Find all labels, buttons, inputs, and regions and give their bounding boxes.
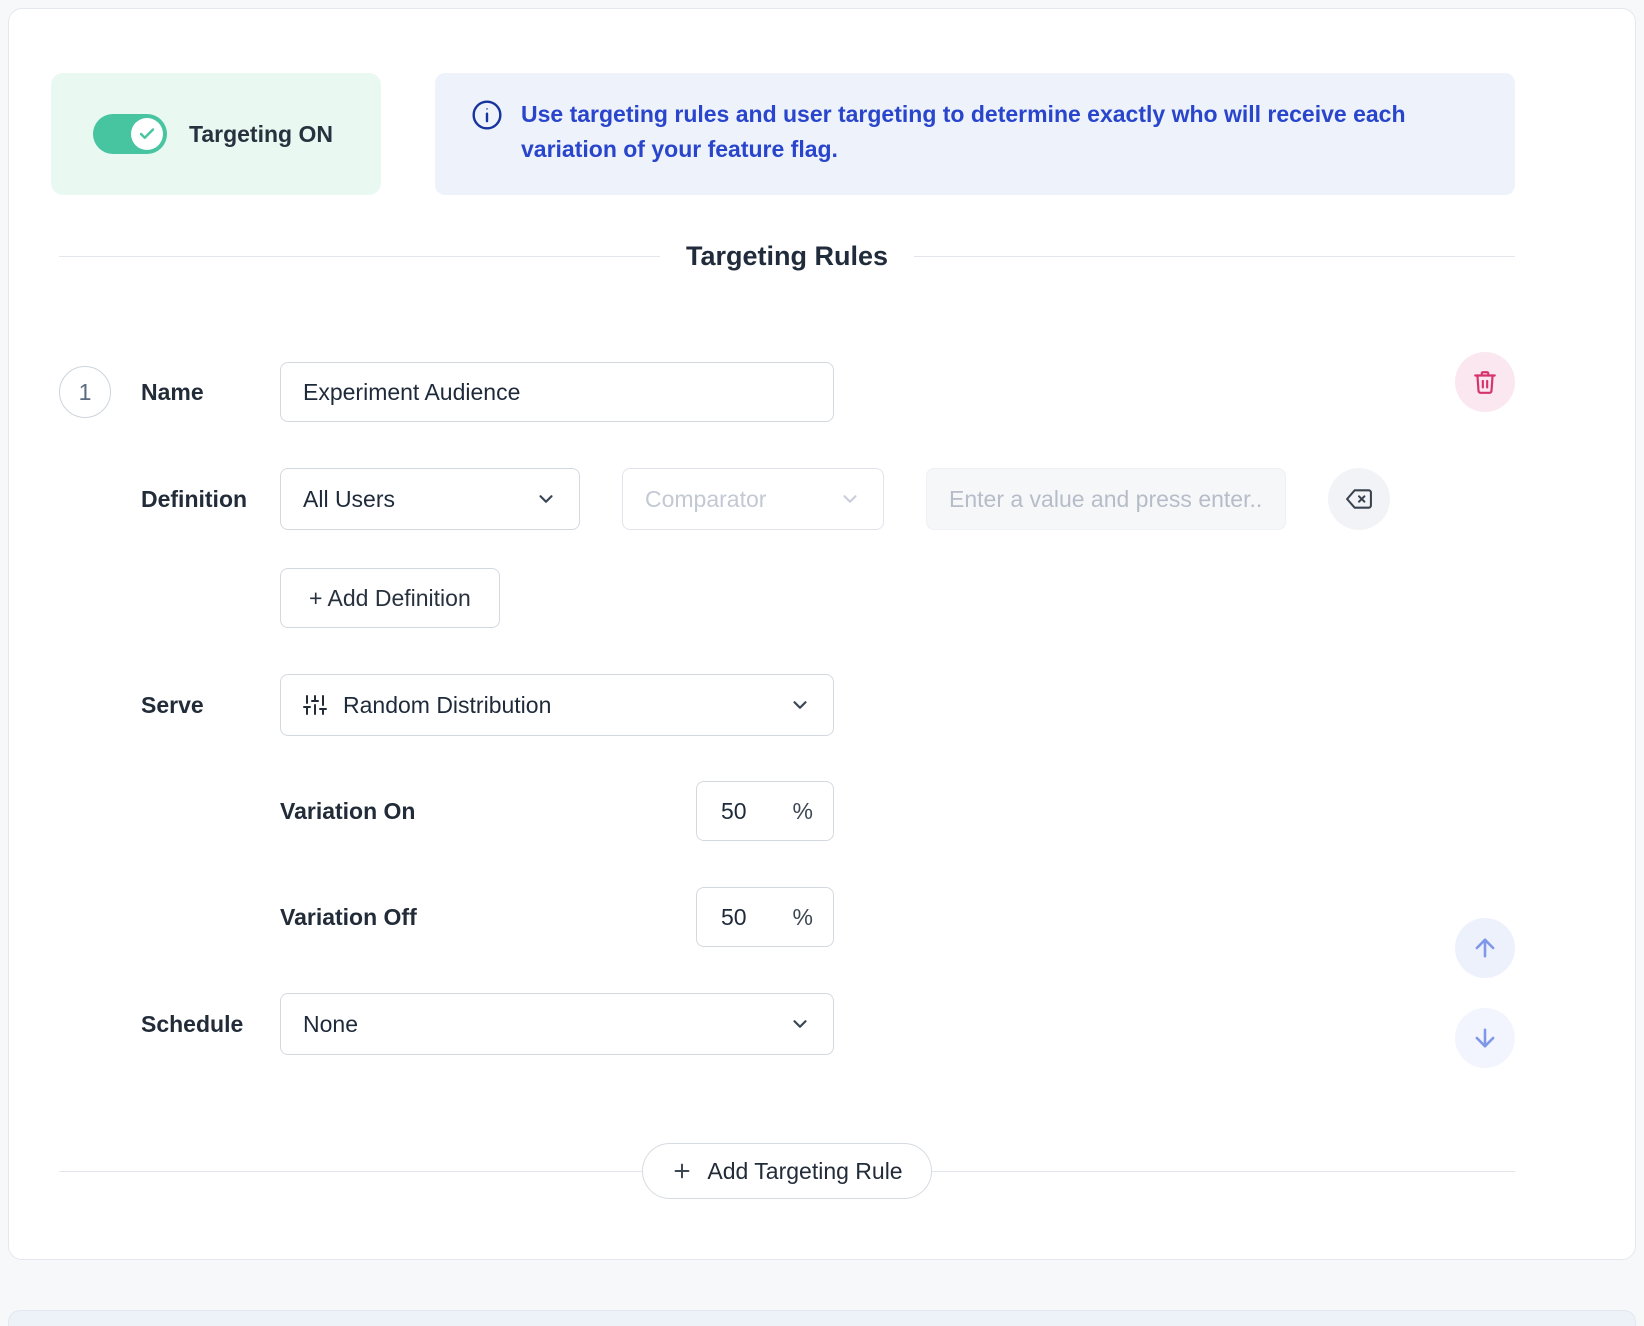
name-label: Name [141, 379, 280, 406]
footer-divider: Add Targeting Rule [59, 1143, 1515, 1199]
targeting-panel: Targeting ON Use targeting rules and use… [8, 8, 1636, 1260]
name-row: 1 Name [59, 362, 1515, 422]
plus-icon [671, 1160, 693, 1182]
move-rule-up-button[interactable] [1455, 918, 1515, 978]
schedule-row: Schedule None [59, 993, 1515, 1055]
arrow-down-icon [1471, 1024, 1499, 1052]
schedule-select[interactable]: None [280, 993, 834, 1055]
comparator-placeholder: Comparator [645, 486, 766, 513]
next-section-edge [8, 1310, 1636, 1326]
divider-line [59, 256, 660, 257]
chevron-down-icon [535, 488, 557, 510]
serve-label: Serve [141, 692, 280, 719]
audience-select[interactable]: All Users [280, 468, 580, 530]
clear-definition-button[interactable] [1328, 468, 1390, 530]
move-rule-down-button[interactable] [1455, 1008, 1515, 1068]
section-divider: Targeting Rules [59, 241, 1515, 272]
header-row: Targeting ON Use targeting rules and use… [51, 73, 1515, 195]
schedule-label: Schedule [141, 1011, 280, 1038]
comparator-select: Comparator [622, 468, 884, 530]
targeting-toggle[interactable] [93, 114, 167, 154]
variation-on-label: Variation On [280, 798, 696, 825]
chevron-down-icon [839, 488, 861, 510]
serve-row: Serve Random Distribution [59, 674, 1515, 736]
variation-on-row: Variation On % [280, 781, 1515, 841]
serve-select-value: Random Distribution [343, 692, 551, 719]
rule-number: 1 [59, 366, 111, 418]
info-banner-text: Use targeting rules and user targeting t… [521, 97, 1479, 166]
add-definition-button[interactable]: + Add Definition [280, 568, 500, 628]
targeting-rule: 1 Name Definition All Users Comparator [59, 362, 1515, 1055]
percent-unit: % [793, 798, 813, 825]
targeting-toggle-card: Targeting ON [51, 73, 381, 195]
chevron-down-icon [789, 1013, 811, 1035]
divider-line [932, 1171, 1515, 1172]
arrow-up-icon [1471, 934, 1499, 962]
percent-unit: % [793, 904, 813, 931]
trash-icon [1472, 369, 1498, 395]
variation-off-label: Variation Off [280, 904, 696, 931]
audience-select-value: All Users [303, 486, 395, 513]
info-banner: Use targeting rules and user targeting t… [435, 73, 1515, 195]
section-title: Targeting Rules [686, 241, 888, 272]
delete-rule-button[interactable] [1455, 352, 1515, 412]
schedule-select-value: None [303, 1011, 358, 1038]
toggle-check-icon [131, 118, 163, 150]
divider-line [914, 256, 1515, 257]
backspace-icon [1346, 486, 1372, 512]
divider-line [59, 1171, 642, 1172]
sliders-icon [303, 693, 327, 717]
chevron-down-icon [789, 694, 811, 716]
variation-off-input[interactable] [721, 904, 773, 931]
add-targeting-rule-button[interactable]: Add Targeting Rule [642, 1143, 931, 1199]
variation-on-input[interactable] [721, 798, 773, 825]
rule-name-input[interactable] [280, 362, 834, 422]
variation-off-field: % [696, 887, 834, 947]
info-icon [471, 99, 503, 131]
definition-row: Definition All Users Comparator [59, 468, 1515, 530]
definition-value-input [926, 468, 1286, 530]
variation-off-row: Variation Off % [280, 887, 1515, 947]
add-targeting-rule-label: Add Targeting Rule [707, 1158, 902, 1185]
add-definition-row: + Add Definition [280, 568, 1515, 628]
variation-on-field: % [696, 781, 834, 841]
definition-label: Definition [141, 486, 280, 513]
serve-select[interactable]: Random Distribution [280, 674, 834, 736]
targeting-toggle-label: Targeting ON [189, 121, 333, 148]
